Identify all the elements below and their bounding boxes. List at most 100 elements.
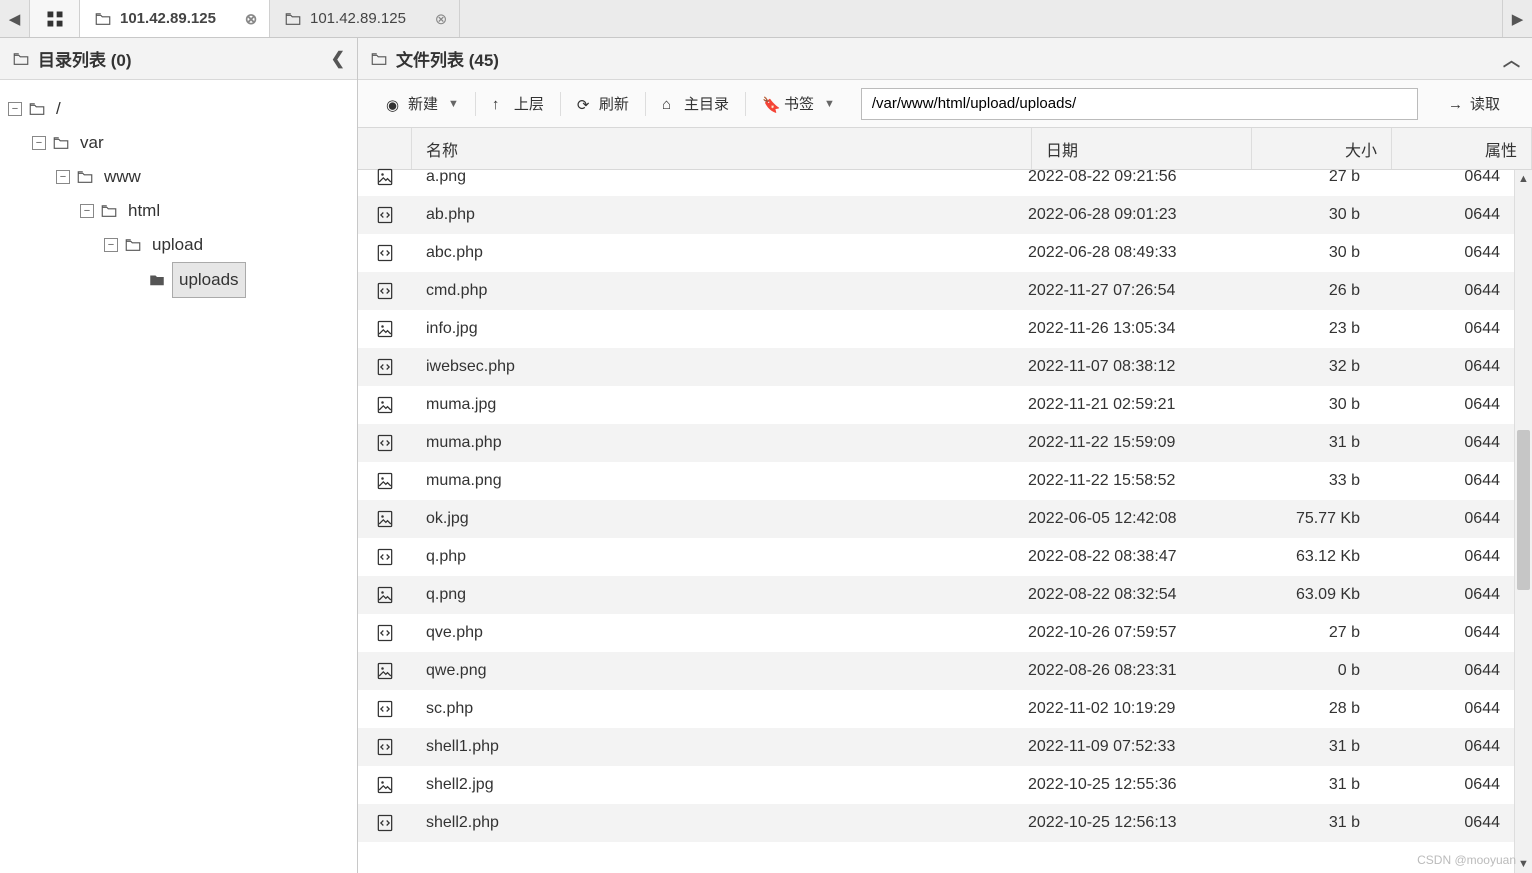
cell-name: sc.php bbox=[412, 700, 1014, 718]
cell-attr: 0644 bbox=[1374, 510, 1514, 528]
tab-inactive[interactable]: 101.42.89.125 ⊗ bbox=[270, 0, 460, 37]
table-row[interactable]: muma.php2022-11-22 15:59:0931 b0644 bbox=[358, 424, 1514, 462]
cell-date: 2022-11-22 15:59:09 bbox=[1014, 434, 1234, 452]
tree-node-var[interactable]: − var bbox=[8, 126, 349, 160]
collapse-up-icon[interactable]: ︿ bbox=[1503, 46, 1520, 71]
path-input[interactable] bbox=[861, 88, 1418, 120]
bookmark-button[interactable]: 🔖 书签 ▼ bbox=[746, 80, 851, 127]
cell-attr: 0644 bbox=[1374, 548, 1514, 566]
cell-date: 2022-11-07 08:38:12 bbox=[1014, 358, 1234, 376]
file-type-icon bbox=[358, 281, 412, 301]
directory-tree: − / − var − www − html − up bbox=[0, 80, 357, 310]
cell-name: shell2.php bbox=[412, 814, 1014, 832]
up-button[interactable]: ↑ 上层 bbox=[476, 80, 560, 127]
table-row[interactable]: ok.jpg2022-06-05 12:42:0875.77 Kb0644 bbox=[358, 500, 1514, 538]
cell-name: iwebsec.php bbox=[412, 358, 1014, 376]
cell-date: 2022-10-25 12:56:13 bbox=[1014, 814, 1234, 832]
cell-date: 2022-11-26 13:05:34 bbox=[1014, 320, 1234, 338]
tabs-home-button[interactable] bbox=[30, 0, 80, 37]
sidebar: 目录列表 (0) ❮ − / − var − www − html bbox=[0, 38, 358, 873]
tab-label: 101.42.89.125 bbox=[310, 10, 406, 27]
cell-attr: 0644 bbox=[1374, 662, 1514, 680]
cell-attr: 0644 bbox=[1374, 586, 1514, 604]
table-row[interactable]: abc.php2022-06-28 08:49:3330 b0644 bbox=[358, 234, 1514, 272]
cell-attr: 0644 bbox=[1374, 472, 1514, 490]
collapse-left-icon[interactable]: ❮ bbox=[331, 49, 345, 69]
cell-size: 31 b bbox=[1234, 776, 1374, 794]
table-row[interactable]: qve.php2022-10-26 07:59:5727 b0644 bbox=[358, 614, 1514, 652]
table-row[interactable]: shell2.php2022-10-25 12:56:1331 b0644 bbox=[358, 804, 1514, 842]
cell-size: 30 b bbox=[1234, 396, 1374, 414]
table-row[interactable]: sc.php2022-11-02 10:19:2928 b0644 bbox=[358, 690, 1514, 728]
table-row[interactable]: info.jpg2022-11-26 13:05:3423 b0644 bbox=[358, 310, 1514, 348]
cell-attr: 0644 bbox=[1374, 396, 1514, 414]
scroll-thumb[interactable] bbox=[1517, 430, 1530, 590]
table-row[interactable]: q.png2022-08-22 08:32:5463.09 Kb0644 bbox=[358, 576, 1514, 614]
table-row[interactable]: cmd.php2022-11-27 07:26:5426 b0644 bbox=[358, 272, 1514, 310]
refresh-button[interactable]: ⟳ 刷新 bbox=[561, 80, 645, 127]
table-row[interactable]: q.php2022-08-22 08:38:4763.12 Kb0644 bbox=[358, 538, 1514, 576]
cell-attr: 0644 bbox=[1374, 738, 1514, 756]
chevron-down-icon: ▼ bbox=[824, 98, 835, 110]
tab-bar: ◀ 101.42.89.125 ⊗ 101.42.89.125 ⊗ ▶ bbox=[0, 0, 1532, 38]
cell-size: 28 b bbox=[1234, 700, 1374, 718]
cell-size: 32 b bbox=[1234, 358, 1374, 376]
toolbar: ◉ 新建 ▼ ↑ 上层 ⟳ 刷新 ⌂ 主目录 🔖 书签 bbox=[358, 80, 1532, 128]
tab-label: 101.42.89.125 bbox=[120, 10, 216, 27]
close-icon[interactable]: ⊗ bbox=[243, 11, 259, 27]
cell-name: muma.png bbox=[412, 472, 1014, 490]
tree-node-html[interactable]: − html bbox=[8, 194, 349, 228]
table-row[interactable]: shell2.jpg2022-10-25 12:55:3631 b0644 bbox=[358, 766, 1514, 804]
cell-name: q.php bbox=[412, 548, 1014, 566]
table-row[interactable]: a.png2022-08-22 09:21:5627 b0644 bbox=[358, 158, 1514, 196]
tabs-scroll-left[interactable]: ◀ bbox=[0, 0, 30, 37]
cell-size: 23 b bbox=[1234, 320, 1374, 338]
home-button[interactable]: ⌂ 主目录 bbox=[646, 80, 745, 127]
cell-attr: 0644 bbox=[1374, 624, 1514, 642]
close-icon[interactable]: ⊗ bbox=[433, 11, 449, 27]
tree-node-upload[interactable]: − upload bbox=[8, 228, 349, 262]
tree-node-root[interactable]: − / bbox=[8, 92, 349, 126]
table-row[interactable]: muma.png2022-11-22 15:58:5233 b0644 bbox=[358, 462, 1514, 500]
cell-date: 2022-10-26 07:59:57 bbox=[1014, 624, 1234, 642]
cell-attr: 0644 bbox=[1374, 244, 1514, 262]
cell-date: 2022-11-02 10:19:29 bbox=[1014, 700, 1234, 718]
cell-size: 27 b bbox=[1234, 168, 1374, 186]
file-type-icon bbox=[358, 699, 412, 719]
tree-node-www[interactable]: − www bbox=[8, 160, 349, 194]
folder-icon bbox=[12, 50, 30, 68]
table-row[interactable]: muma.jpg2022-11-21 02:59:2130 b0644 bbox=[358, 386, 1514, 424]
cell-size: 30 b bbox=[1234, 206, 1374, 224]
cell-name: muma.jpg bbox=[412, 396, 1014, 414]
tab-active[interactable]: 101.42.89.125 ⊗ bbox=[80, 0, 270, 37]
file-type-icon bbox=[358, 471, 412, 491]
cell-name: muma.php bbox=[412, 434, 1014, 452]
cell-date: 2022-06-28 08:49:33 bbox=[1014, 244, 1234, 262]
cell-date: 2022-08-26 08:23:31 bbox=[1014, 662, 1234, 680]
tree-node-uploads[interactable]: uploads bbox=[8, 262, 349, 298]
cell-date: 2022-08-22 08:38:47 bbox=[1014, 548, 1234, 566]
read-button[interactable]: → 读取 bbox=[1428, 80, 1520, 127]
file-type-icon bbox=[358, 243, 412, 263]
new-button[interactable]: ◉ 新建 ▼ bbox=[370, 80, 475, 127]
cell-date: 2022-06-28 09:01:23 bbox=[1014, 206, 1234, 224]
file-type-icon bbox=[358, 585, 412, 605]
table-row[interactable]: qwe.png2022-08-26 08:23:310 b0644 bbox=[358, 652, 1514, 690]
watermark: CSDN @mooyuan bbox=[1417, 853, 1516, 867]
cell-date: 2022-11-21 02:59:21 bbox=[1014, 396, 1234, 414]
cell-name: cmd.php bbox=[412, 282, 1014, 300]
cell-name: ok.jpg bbox=[412, 510, 1014, 528]
filelist-title: 文件列表 (45) bbox=[396, 46, 499, 71]
vertical-scrollbar[interactable]: ▲ ▼ bbox=[1514, 170, 1532, 873]
plus-circle-icon: ◉ bbox=[386, 96, 402, 112]
table-row[interactable]: ab.php2022-06-28 09:01:2330 b0644 bbox=[358, 196, 1514, 234]
cell-attr: 0644 bbox=[1374, 434, 1514, 452]
scroll-down-icon[interactable]: ▼ bbox=[1515, 855, 1532, 873]
table-body: a.png2022-08-22 09:21:5627 b0644ab.php20… bbox=[358, 158, 1514, 861]
scroll-up-icon[interactable]: ▲ bbox=[1515, 170, 1532, 188]
home-icon: ⌂ bbox=[662, 96, 678, 112]
tabs-scroll-right[interactable]: ▶ bbox=[1502, 0, 1532, 37]
table-row[interactable]: shell1.php2022-11-09 07:52:3331 b0644 bbox=[358, 728, 1514, 766]
table-row[interactable]: iwebsec.php2022-11-07 08:38:1232 b0644 bbox=[358, 348, 1514, 386]
cell-size: 33 b bbox=[1234, 472, 1374, 490]
